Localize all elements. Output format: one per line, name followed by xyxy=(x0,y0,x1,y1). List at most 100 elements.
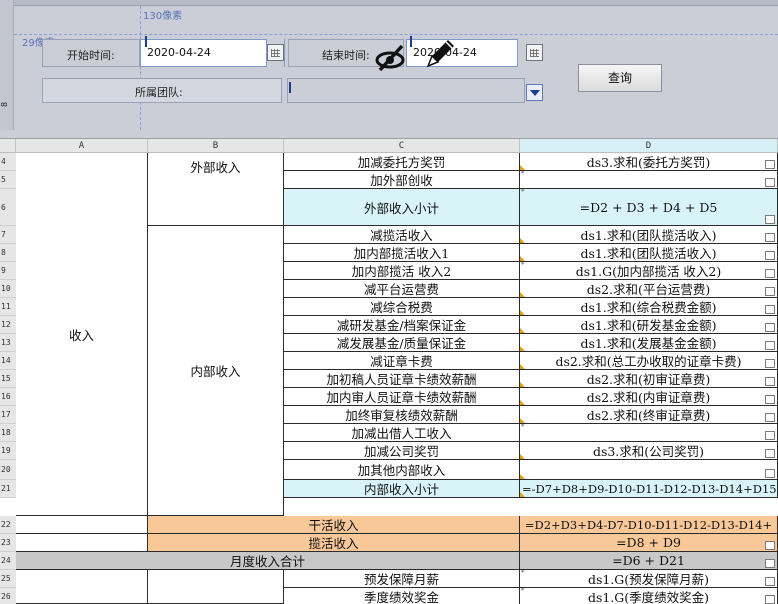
cell-checkbox-icon[interactable] xyxy=(765,541,775,550)
cell-checkbox-icon[interactable] xyxy=(765,269,775,278)
cell-d[interactable]: ds3.求和(公司奖罚) xyxy=(520,442,778,460)
cell-c[interactable]: 减研发基金/档案保证金 xyxy=(284,316,520,334)
cell-c[interactable]: 季度绩效奖金 xyxy=(284,588,520,604)
row-number[interactable]: 7 xyxy=(0,226,16,244)
row-number[interactable]: 6 xyxy=(0,189,16,226)
cell-checkbox-icon[interactable] xyxy=(765,395,775,404)
row-number[interactable]: 25 xyxy=(0,570,16,588)
cell-checkbox-icon[interactable] xyxy=(765,233,775,242)
cell-b-external-income[interactable]: 外部收入 xyxy=(148,153,284,226)
row-number[interactable]: 18 xyxy=(0,424,16,442)
cell-c[interactable]: 加内部揽活收入1 xyxy=(284,244,520,262)
calendar-icon[interactable] xyxy=(526,44,543,61)
cell-c[interactable]: 加内审人员证章卡绩效薪酬 xyxy=(284,388,520,406)
cell-c[interactable]: 减平台运营费 xyxy=(284,280,520,298)
row-number[interactable]: 11 xyxy=(0,298,16,316)
cell-c[interactable]: 加终审复核绩效薪酬 xyxy=(284,406,520,424)
cell-checkbox-icon[interactable] xyxy=(765,431,775,440)
cell-c[interactable]: 加减公司奖罚 xyxy=(284,442,520,460)
cell-c[interactable]: 外部收入小计 xyxy=(284,189,520,226)
cell-c[interactable]: 减发展基金/质量保证金 xyxy=(284,334,520,352)
column-header-d[interactable]: D xyxy=(520,139,778,153)
cell-c[interactable]: 减揽活收入 xyxy=(284,226,520,244)
cell-d[interactable]: ds1.求和(综合税费金额) xyxy=(520,298,778,316)
dropdown-arrow-icon[interactable] xyxy=(526,84,543,101)
calendar-icon[interactable] xyxy=(267,44,284,61)
cell-d[interactable]: ds2.求和(总工办收取的证章卡费) xyxy=(520,352,778,370)
cell-a-row23[interactable] xyxy=(16,534,148,552)
cell-checkbox-icon[interactable] xyxy=(765,359,775,368)
cell-d[interactable]: ds2.求和(内审证章费) xyxy=(520,388,778,406)
cell-c[interactable]: 减证章卡费 xyxy=(284,352,520,370)
cell-c[interactable]: 加初稿人员证章卡绩效薪酬 xyxy=(284,370,520,388)
cell-checkbox-icon[interactable] xyxy=(765,577,775,586)
cell-checkbox-icon[interactable] xyxy=(765,595,775,604)
cell-d[interactable]: ds1.求和(发展基金金额) xyxy=(520,334,778,352)
cell-d[interactable]: ds2.求和(终审证章费) xyxy=(520,406,778,424)
cell-d[interactable]: ds1.G(预发保障月薪) * xyxy=(520,570,778,588)
cell-checkbox-icon[interactable] xyxy=(765,178,775,187)
column-header-b[interactable]: B xyxy=(148,139,284,153)
row-number[interactable]: 14 xyxy=(0,352,16,370)
row-number[interactable]: 15 xyxy=(0,370,16,388)
row-number[interactable]: 4 xyxy=(0,153,16,171)
cell-checkbox-icon[interactable] xyxy=(765,341,775,350)
cell-month-total[interactable]: 月度收入合计 xyxy=(16,552,520,570)
row-number[interactable]: 23 xyxy=(0,534,16,552)
cell-d[interactable]: =D2+D3+D4-D7-D10-D11-D12-D13-D14+ xyxy=(520,516,778,534)
start-date-input[interactable]: 2020-04-24 xyxy=(140,39,267,67)
team-select[interactable] xyxy=(287,78,525,103)
cell-a-income[interactable]: 收入 xyxy=(16,153,148,516)
cell-checkbox-icon[interactable] xyxy=(765,449,775,458)
query-button[interactable]: 查询 xyxy=(578,64,662,92)
cell-d[interactable]: ds3.求和(委托方奖罚) xyxy=(520,153,778,171)
cell-b-row25[interactable] xyxy=(148,570,284,604)
cell-checkbox-icon[interactable] xyxy=(765,323,775,332)
cell-d[interactable]: * xyxy=(520,424,778,442)
cell-c[interactable]: 减综合税费 xyxy=(284,298,520,316)
cell-d[interactable]: ds2.求和(平台运营费) xyxy=(520,280,778,298)
cell-a-row22[interactable] xyxy=(16,516,148,534)
column-header-a[interactable]: A xyxy=(16,139,148,153)
row-number[interactable]: 13 xyxy=(0,334,16,352)
cell-d[interactable]: ds1.求和(团队揽活收入) xyxy=(520,226,778,244)
cell-gan-huo-income[interactable]: 干活收入 xyxy=(148,516,520,534)
cell-checkbox-icon[interactable] xyxy=(765,160,775,169)
cell-checkbox-icon[interactable] xyxy=(765,251,775,260)
row-number[interactable]: 21 xyxy=(0,480,16,498)
row-number[interactable]: 8 xyxy=(0,244,16,262)
cell-checkbox-icon[interactable] xyxy=(765,377,775,386)
cell-c[interactable]: 加减出借人工收入 xyxy=(284,424,520,442)
pencil-edit-icon[interactable] xyxy=(422,36,458,72)
cell-d[interactable]: =D8 + D9 xyxy=(520,534,778,552)
row-number[interactable]: 5 xyxy=(0,171,16,189)
row-number[interactable]: 24 xyxy=(0,552,16,570)
cell-d[interactable]: ds1.G(加内部揽活 收入2) * xyxy=(520,262,778,280)
cell-d[interactable]: ds1.求和(研发基金金额) xyxy=(520,316,778,334)
cell-checkbox-icon[interactable] xyxy=(765,305,775,314)
cell-d[interactable]: * xyxy=(520,171,778,189)
row-number[interactable]: 10 xyxy=(0,280,16,298)
row-number[interactable]: 19 xyxy=(0,442,16,460)
cell-checkbox-icon[interactable] xyxy=(765,413,775,422)
cell-d[interactable]: =D2 + D3 + D4 + D5 * xyxy=(520,189,778,226)
cell-d[interactable]: ds1.求和(团队揽活收入) xyxy=(520,244,778,262)
column-header-c[interactable]: C xyxy=(284,139,520,153)
cell-d[interactable] xyxy=(520,460,778,480)
cell-c[interactable]: 加其他内部收入 xyxy=(284,460,520,480)
row-number[interactable]: 22 xyxy=(0,516,16,534)
row-number[interactable]: 16 xyxy=(0,388,16,406)
cell-d[interactable]: =-D7+D8+D9-D10-D11-D12-D13-D14+D15 xyxy=(520,480,778,498)
cell-checkbox-icon[interactable] xyxy=(765,287,775,296)
cell-c[interactable]: 内部收入小计 xyxy=(284,480,520,498)
cell-c[interactable]: 加内部揽活 收入2 xyxy=(284,262,520,280)
row-number[interactable]: 26 xyxy=(0,588,16,604)
row-number[interactable]: 9 xyxy=(0,262,16,280)
cell-c[interactable]: 预发保障月薪 xyxy=(284,570,520,588)
cell-c[interactable]: 加外部创收 xyxy=(284,171,520,189)
cell-b-internal-income[interactable]: 内部收入 xyxy=(148,226,284,516)
cell-c[interactable]: 加减委托方奖罚 xyxy=(284,153,520,171)
cell-checkbox-icon[interactable] xyxy=(765,215,775,224)
cell-d[interactable]: ds2.求和(初审证章费) xyxy=(520,370,778,388)
row-number[interactable]: 20 xyxy=(0,460,16,480)
